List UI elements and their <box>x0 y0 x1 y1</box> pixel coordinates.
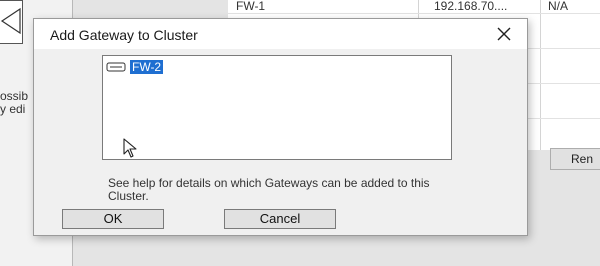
cancel-button[interactable]: Cancel <box>224 209 336 229</box>
mouse-cursor-icon <box>123 138 139 163</box>
remove-button[interactable]: Ren <box>550 148 600 170</box>
ok-button[interactable]: OK <box>62 209 164 229</box>
gateway-device-icon <box>106 60 128 74</box>
add-gateway-dialog: Add Gateway to Cluster FW-2 See help for… <box>33 18 528 236</box>
dialog-titlebar[interactable]: Add Gateway to Cluster <box>34 19 527 49</box>
table-cell-extra[interactable]: N/A <box>548 0 568 13</box>
left-panel-text: ossib y edi <box>0 89 29 116</box>
table-cell-name[interactable]: FW-1 <box>236 0 265 13</box>
object-icon[interactable] <box>0 0 23 44</box>
dialog-title: Add Gateway to Cluster <box>50 27 198 43</box>
close-button[interactable] <box>487 21 521 47</box>
table-cell-ip[interactable]: 192.168.70.... <box>434 0 507 13</box>
close-icon <box>497 27 511 41</box>
gateway-list[interactable]: FW-2 <box>102 55 452 160</box>
list-item-gateway[interactable]: FW-2 <box>106 59 164 75</box>
help-text: See help for details on which Gateways c… <box>108 176 430 203</box>
gateway-label: FW-2 <box>130 60 164 74</box>
